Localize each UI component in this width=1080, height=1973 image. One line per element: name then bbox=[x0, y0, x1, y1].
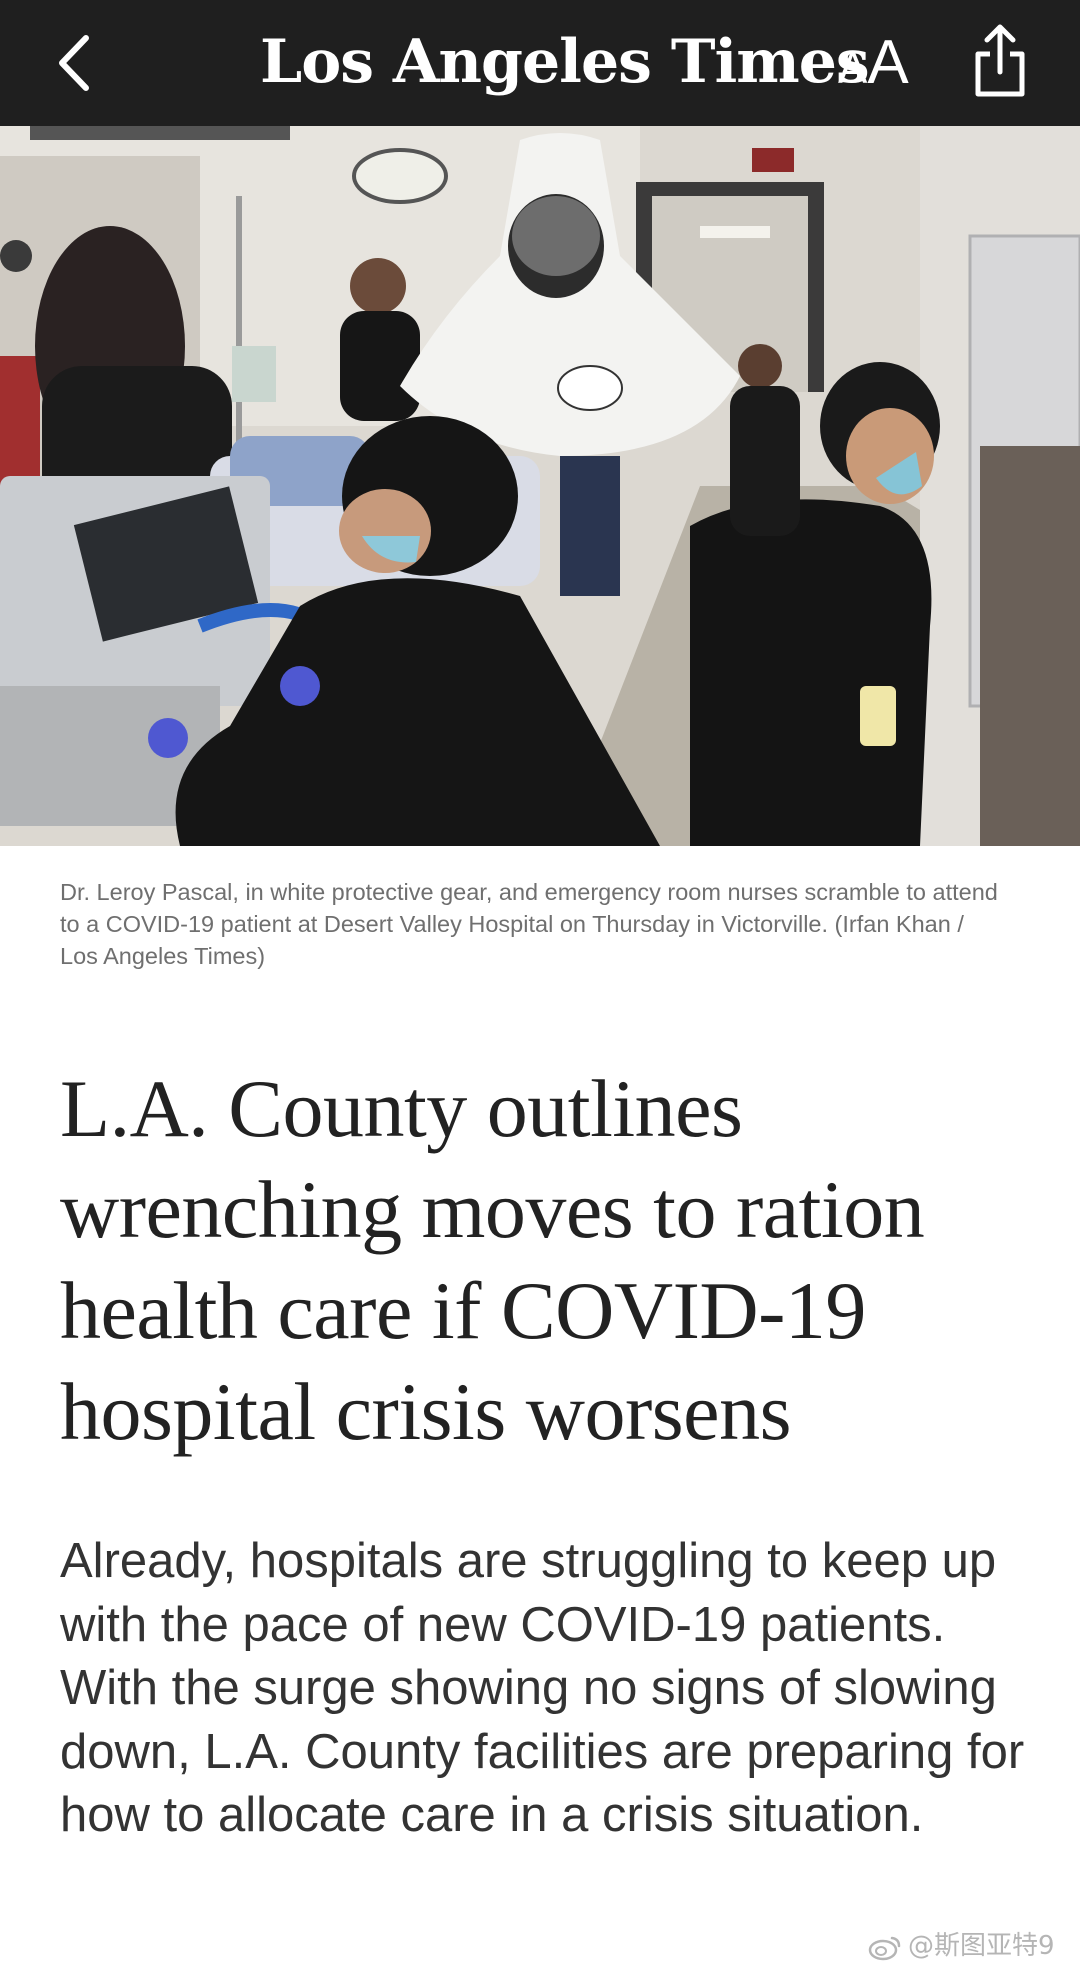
photo-caption: Dr. Leroy Pascal, in white protective ge… bbox=[60, 879, 998, 969]
text-size-small-glyph: A bbox=[838, 44, 868, 93]
article-headline: L.A. County outlines wrenching moves to … bbox=[60, 1063, 925, 1457]
top-nav-bar: Los Angeles Times AA bbox=[0, 0, 1080, 126]
masthead-logo: Los Angeles Times bbox=[260, 27, 870, 97]
watermark-text: @斯图亚特9 bbox=[908, 1931, 1055, 1961]
chevron-left-icon bbox=[59, 35, 89, 91]
text-size-button[interactable]: AA bbox=[838, 30, 909, 96]
share-icon bbox=[975, 24, 1025, 97]
lead-photo[interactable] bbox=[0, 126, 1080, 846]
weibo-icon bbox=[868, 1936, 901, 1960]
watermark: @斯图亚特9 bbox=[868, 1926, 1055, 1966]
share-button[interactable] bbox=[970, 20, 1030, 100]
text-size-large-glyph: A bbox=[867, 28, 909, 97]
hospital-scene-image bbox=[0, 126, 1080, 846]
back-button[interactable] bbox=[50, 30, 100, 96]
article-summary: Already, hospitals are struggling to kee… bbox=[60, 1534, 1025, 1842]
